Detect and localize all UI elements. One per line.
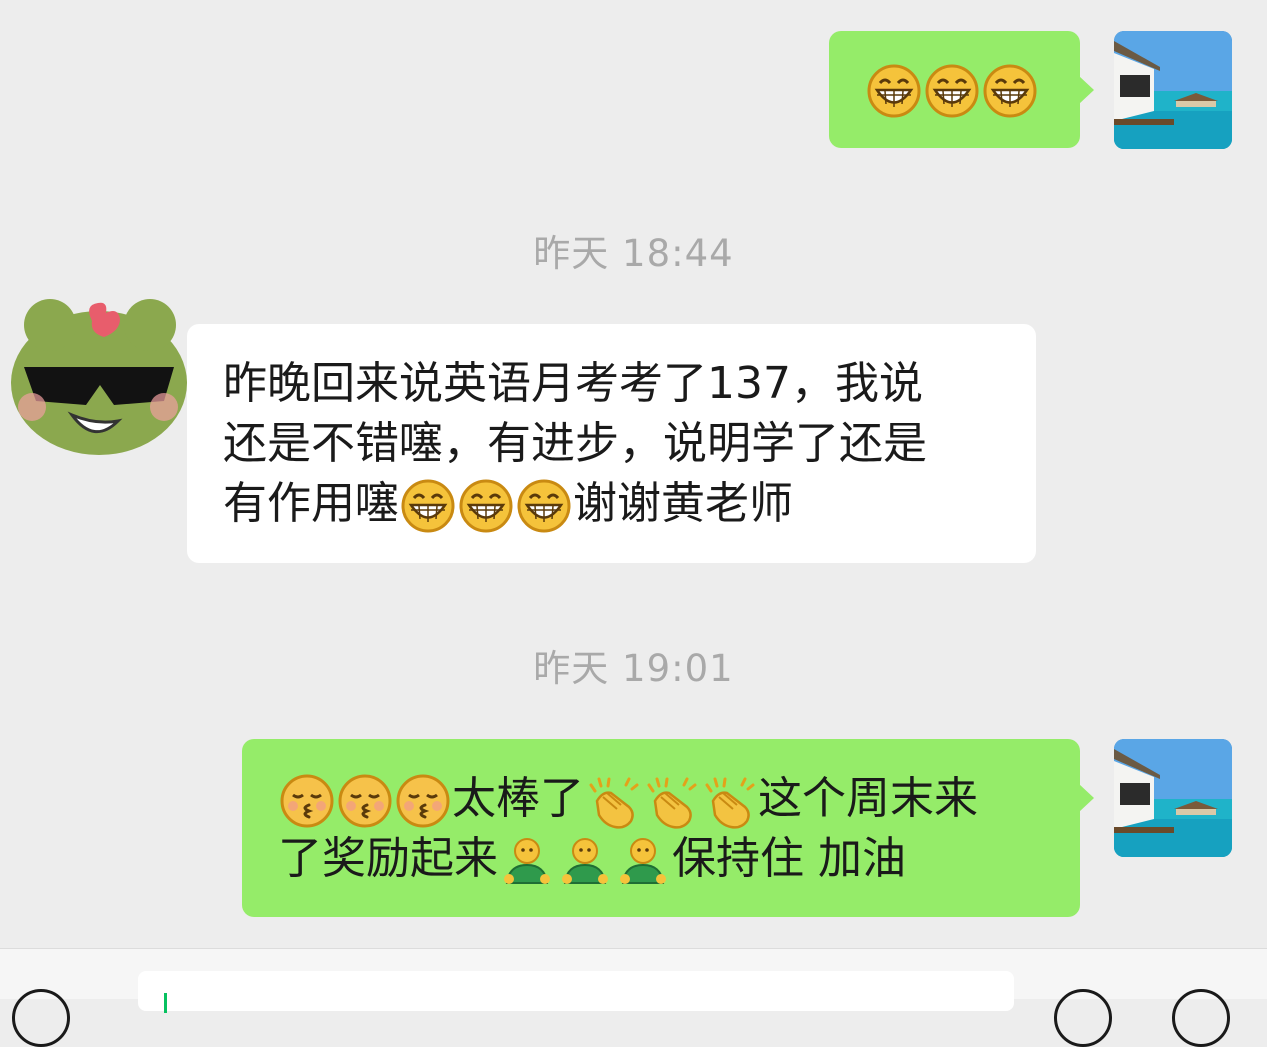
timestamp: 昨天 18:44 [533,232,734,275]
kissing-face-icon [395,773,451,829]
grinning-face-icon [400,478,456,534]
grinning-face-icon [866,63,922,119]
message-line: 昨晚回来说英语月考考了137，我说 [223,358,923,409]
grinning-face-icon [516,478,572,534]
message-text: 谢谢黄老师 [573,478,793,529]
message-line: 有作用噻 谢谢黄老师 [223,474,1006,534]
grinning-face-icon [982,63,1038,119]
person-icon [499,833,555,889]
my-avatar[interactable] [1114,31,1232,149]
message-text: 这个周末来 [758,773,978,824]
grinning-face-icon [924,63,980,119]
message-text: 太棒了 [452,773,584,824]
bubble-tail [1079,76,1094,104]
bubble-tail [1079,784,1094,812]
grinning-face-icon [458,478,514,534]
message-text: 有作用噻 [223,478,399,529]
chat-input-bar [0,948,1267,1047]
resort-photo [1114,739,1232,857]
clapping-hands-icon [585,773,641,829]
message-bubble-received[interactable]: 昨晚回来说英语月考考了137，我说 还是不错噻，有进步，说明学了还是 有作用噻 谢… [187,324,1036,563]
message-line: 还是不错噻，有进步，说明学了还是 [223,418,927,469]
my-avatar[interactable] [1114,739,1232,857]
message-input[interactable] [138,971,1014,1013]
clapping-hands-icon [701,773,757,829]
timestamp: 昨天 19:01 [533,647,734,690]
contact-avatar[interactable] [4,285,194,460]
message-line: 了奖励起来 保持住 加油 [278,829,1060,889]
person-icon [615,833,671,889]
message-bubble-sent-2[interactable]: 太棒了 这个周末来 了奖励起来 保持住 加油 [242,739,1080,917]
text-cursor [164,993,167,1013]
kissing-face-icon [279,773,335,829]
clapping-hands-icon [643,773,699,829]
kissing-face-icon [337,773,393,829]
frog-sticker-avatar [11,299,187,455]
person-icon [557,833,613,889]
message-text: 保持住 加油 [672,833,906,884]
message-line: 太棒了 这个周末来 [278,769,1060,829]
message-text: 了奖励起来 [278,833,498,884]
resort-photo [1114,31,1232,149]
message-bubble-sent-1[interactable] [829,31,1080,148]
